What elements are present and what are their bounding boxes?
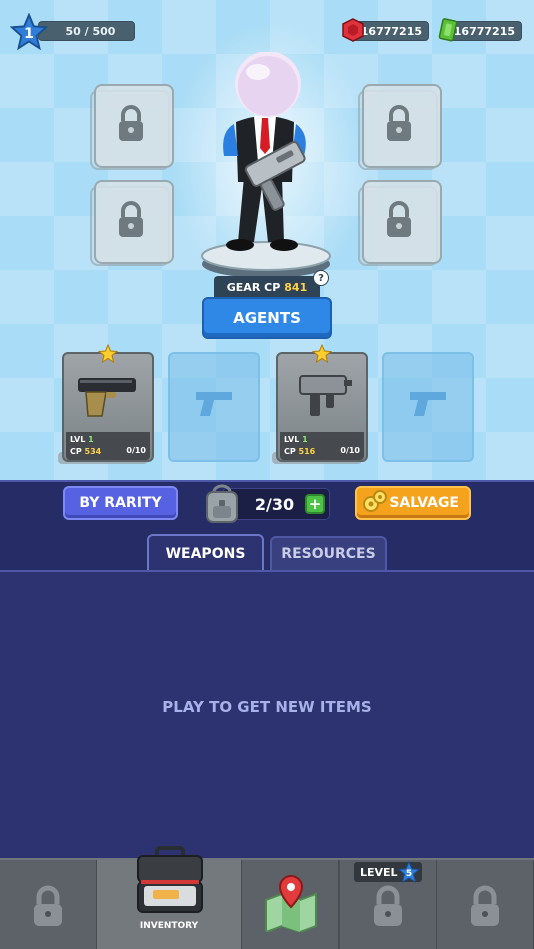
agent-character[interactable] (210, 52, 320, 262)
level-label: LEVEL (360, 865, 398, 879)
pistol-placeholder-icon (410, 392, 446, 416)
lock-icon (374, 885, 402, 926)
gems-value: 16777215 (360, 24, 422, 38)
weapon-cp: 534 (84, 447, 102, 456)
salvage-label: SALVAGE (389, 495, 459, 511)
pistol-placeholder-icon (196, 392, 232, 416)
pistol-icon (78, 378, 136, 417)
inventory-count: 2/30 (254, 494, 295, 514)
lock-icon (471, 885, 499, 926)
agents-button[interactable]: AGENTS (202, 297, 332, 339)
tab-divider (0, 570, 534, 572)
lock-icon (387, 201, 411, 237)
tab-resources[interactable]: RESOURCES (270, 536, 387, 570)
expand-inventory-button[interactable]: + (305, 494, 325, 514)
nav-inventory-label: INVENTORY (139, 921, 199, 931)
nav-inventory[interactable] (97, 846, 242, 949)
nav-locked-item[interactable] (0, 860, 97, 949)
empty-inventory-message: PLAY TO GET NEW ITEMS (162, 698, 372, 716)
level-star-icon: 5 (398, 861, 420, 883)
player-level: 1 (24, 25, 34, 42)
weapon-stats: LVL 1 CP 534 0/10 (66, 432, 150, 460)
uzi-icon (299, 375, 352, 416)
weapon-progress: 0/10 (126, 446, 146, 455)
gears-icon (363, 490, 387, 512)
gear-cp-label: GEAR CP 841 (214, 276, 320, 298)
weapon-card-uzi[interactable]: LVL 1 CP 516 0/10 (272, 344, 368, 464)
gear-cp-value: 841 (284, 280, 308, 294)
empty-weapon-slot[interactable] (382, 352, 474, 464)
locked-agent-slot[interactable] (90, 180, 174, 266)
lock-icon (34, 885, 62, 926)
lock-icon (119, 105, 143, 141)
weapon-level: 1 (302, 435, 308, 444)
briefcase-icon (137, 846, 203, 913)
lvl-label: LVL (70, 435, 86, 444)
cp-label: CP (284, 447, 296, 456)
level-required: 5 (406, 869, 412, 879)
gear-cp-text: GEAR CP (226, 280, 281, 294)
map-icon (265, 874, 317, 932)
cash-value: 16777215 (453, 24, 515, 38)
nav-map[interactable] (242, 860, 339, 949)
weapon-progress: 0/10 (340, 446, 360, 455)
gem-icon (342, 18, 364, 42)
xp-bar: 50 / 500 (38, 21, 135, 41)
help-button[interactable]: ? (313, 270, 329, 286)
weapon-cp: 516 (298, 447, 316, 456)
nav-locked-item[interactable] (437, 860, 534, 949)
cp-label: CP (70, 447, 82, 456)
locked-agent-slot[interactable] (358, 84, 442, 170)
lvl-label: LVL (284, 435, 300, 444)
locked-agent-slot[interactable] (358, 180, 442, 266)
empty-weapon-slot[interactable] (168, 352, 260, 464)
star-icon (312, 344, 332, 364)
lock-icon (119, 201, 143, 237)
cash-icon (438, 18, 458, 42)
lock-icon (387, 105, 411, 141)
backpack-icon (206, 484, 238, 523)
sort-by-rarity-button[interactable]: BY RARITY (63, 486, 178, 520)
star-icon (98, 344, 118, 364)
locked-agent-slot[interactable] (90, 84, 174, 170)
tab-weapons[interactable]: WEAPONS (147, 534, 264, 572)
weapon-level: 1 (88, 435, 94, 444)
weapon-card-pistol[interactable]: LVL 1 CP 534 0/10 (58, 344, 154, 464)
xp-text: 50 / 500 (65, 24, 116, 38)
weapon-stats: LVL 1 CP 516 0/10 (280, 432, 364, 460)
